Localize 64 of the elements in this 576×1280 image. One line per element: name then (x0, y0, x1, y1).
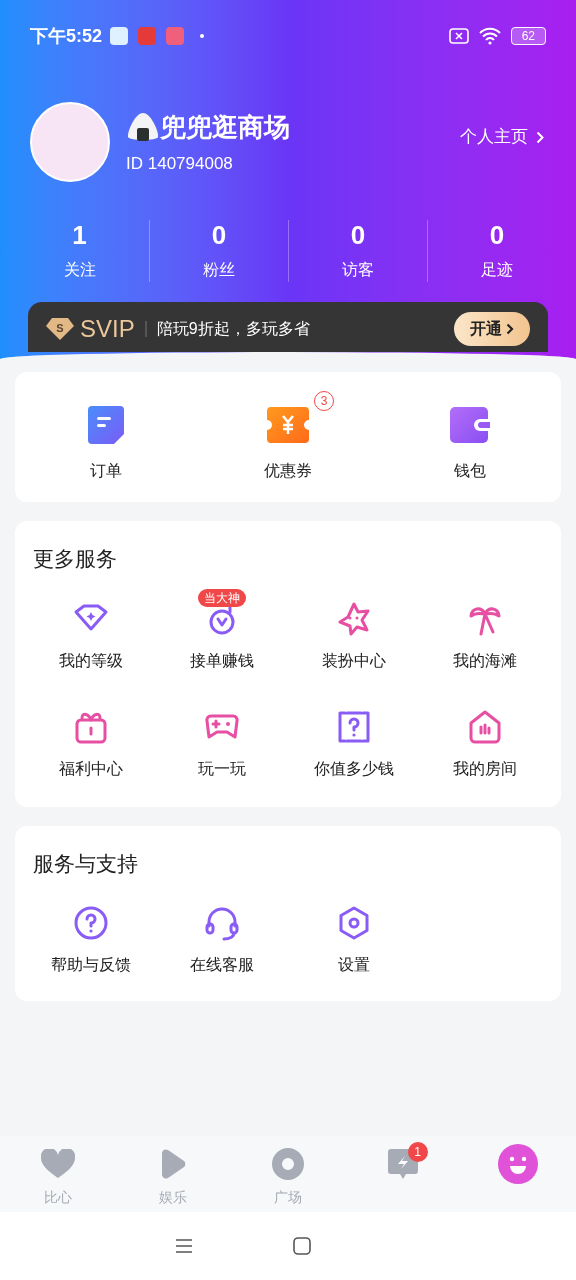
stat-item[interactable]: 0 足迹 (427, 220, 566, 282)
heart-icon (40, 1149, 75, 1179)
service-item[interactable]: 在线客服 (156, 893, 288, 983)
service-item[interactable]: 当大神 接单赚钱 (156, 588, 288, 679)
service-label: 帮助与反馈 (50, 955, 131, 975)
service-item[interactable]: 玩一玩 (156, 696, 288, 787)
service-label: 设置 (337, 955, 370, 975)
app-notification-icon (166, 27, 185, 45)
service-label: 福利中心 (58, 758, 123, 779)
quick-action[interactable]: 优惠券 3 (242, 391, 334, 483)
chevron-right-icon (536, 130, 544, 144)
smiley-icon (498, 1144, 539, 1184)
quick-action-label: 订单 (90, 461, 122, 481)
home-square-icon[interactable] (293, 1237, 311, 1255)
stat-item[interactable]: 1 关注 (10, 220, 149, 282)
ring-icon (272, 1148, 304, 1180)
user-id: ID 140794008 (126, 152, 234, 175)
quick-action[interactable]: 钱包 (428, 391, 512, 483)
service-item[interactable]: 你值多少钱 (288, 696, 420, 787)
service-label: 你值多少钱 (313, 758, 394, 779)
svip-brand: SVIP (80, 317, 135, 341)
service-label: 装扮中心 (321, 650, 386, 671)
app-notification-icon (110, 27, 129, 45)
service-label: 我的等级 (58, 650, 123, 671)
activate-button[interactable]: 开通 (454, 312, 530, 346)
play-icon (159, 1149, 186, 1179)
service-label: 玩一玩 (198, 758, 247, 779)
service-label: 接单赚钱 (190, 650, 255, 671)
count-badge: 1 (407, 1142, 428, 1162)
no-sim-icon (448, 28, 469, 44)
quick-action-label: 钱包 (454, 461, 486, 481)
battery-indicator: 62 (510, 27, 546, 45)
wifi-icon (478, 27, 501, 45)
stat-item[interactable]: 0 访客 (288, 220, 427, 282)
service-item[interactable]: 我的海滩 (419, 588, 551, 679)
menu-icon[interactable] (175, 1238, 193, 1254)
diamond-icon: S (46, 317, 74, 341)
quick-action[interactable]: 订单 (66, 391, 146, 483)
svip-promo-text: 陪玩9折起，多玩多省 (156, 319, 310, 339)
svip-banner[interactable]: S SVIP 陪玩9折起，多玩多省 开通 (28, 302, 548, 352)
service-item[interactable]: 装扮中心 (288, 588, 420, 679)
count-badge: 3 (314, 391, 334, 411)
service-item[interactable]: 我的等级 (25, 588, 157, 679)
chevron-right-icon (506, 323, 514, 335)
tag-badge: 当大神 (198, 588, 247, 607)
service-item[interactable]: 我的房间 (419, 696, 551, 787)
wallet-icon (450, 407, 490, 443)
quick-action-label: 优惠券 (264, 461, 312, 481)
service-label: 在线客服 (190, 955, 255, 975)
service-item[interactable]: 设置 (288, 893, 420, 983)
service-label: 我的海滩 (453, 650, 518, 671)
section-title: 服务与支持 (32, 850, 139, 877)
status-time: 下午5:52 (30, 24, 103, 48)
nav-tab[interactable]: 1 (345, 1144, 461, 1212)
service-item[interactable]: 福利中心 (25, 696, 157, 787)
service-label: 我的房间 (453, 758, 518, 779)
document-icon (88, 406, 124, 444)
stat-item[interactable]: 0 粉丝 (149, 220, 288, 282)
section-title: 更多服务 (32, 546, 118, 572)
service-item[interactable]: 帮助与反馈 (25, 893, 157, 983)
homepage-link[interactable]: 个人主页 (460, 124, 544, 150)
ticket-icon (267, 407, 309, 443)
username: 兜兜逛商场 (160, 110, 290, 144)
app-notification-icon (138, 27, 157, 45)
